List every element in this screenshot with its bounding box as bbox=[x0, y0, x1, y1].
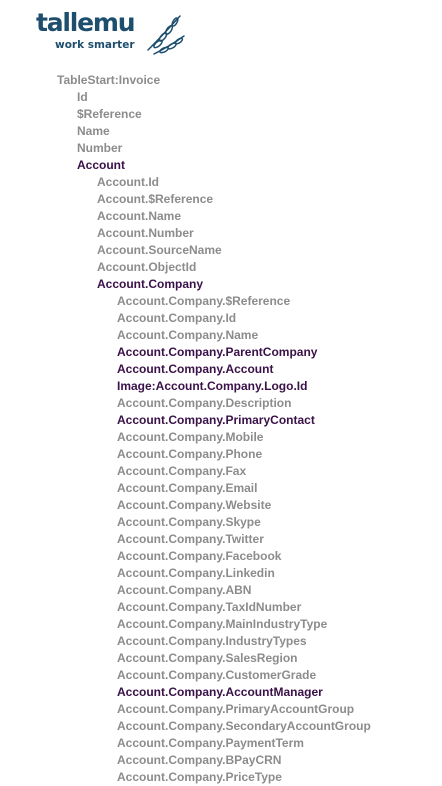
tree-field-item: Account.Company.PriceType bbox=[117, 770, 282, 784]
tree-field-item: Account.Company.Twitter bbox=[117, 532, 264, 546]
tree-field-item: Account.Company.Description bbox=[117, 396, 292, 410]
tree-field-item: Account.Company.Fax bbox=[117, 464, 247, 478]
tree-field-item: Account.Company.CustomerGrade bbox=[117, 668, 317, 682]
tree-section-item: Account.Company bbox=[97, 277, 204, 291]
tallemu-logo: tallemu work smarter bbox=[36, 8, 186, 58]
tree-field-item: Account.Company.MainIndustryType bbox=[117, 617, 328, 631]
tree-field-item: Account.Company.Facebook bbox=[117, 549, 282, 563]
tree-field-item: Account.Name bbox=[97, 209, 182, 223]
tree-field-item: Account.Company.Phone bbox=[117, 447, 263, 461]
tree-field-item: Account.$Reference bbox=[97, 192, 214, 206]
tree-field-item: Account.Company.BPayCRN bbox=[117, 753, 282, 767]
tree-field-item: Name bbox=[77, 124, 110, 138]
tree-section-item: Image:Account.Company.Logo.Id bbox=[117, 379, 308, 393]
tree-field-item: Account.Company.Mobile bbox=[117, 430, 264, 444]
tree-field-item: Account.Company.Linkedin bbox=[117, 566, 275, 580]
tree-field-item: TableStart:Invoice bbox=[57, 73, 161, 87]
tree-section-item: Account.Company.ParentCompany bbox=[117, 345, 318, 359]
logo-tagline: work smarter bbox=[55, 39, 135, 51]
tree-section-item: Account.Company.Account bbox=[117, 362, 274, 376]
tree-field-item: Account.Company.Skype bbox=[117, 515, 261, 529]
tree-field-item: Account.Company.Name bbox=[117, 328, 259, 342]
tree-field-item: Id bbox=[77, 90, 88, 104]
logo-wordmark: tallemu bbox=[36, 8, 136, 37]
tree-section-item: Account.Company.AccountManager bbox=[117, 685, 323, 699]
tree-field-item: Account.Company.PrimaryAccountGroup bbox=[117, 702, 355, 716]
merge-field-tree: TableStart:Invoice Id $Reference Name Number… bbox=[0, 72, 442, 786]
tree-field-item: Account.Number bbox=[97, 226, 194, 240]
tree-field-item: Account.SourceName bbox=[97, 243, 222, 257]
tree-field-item: Account.Company.PaymentTerm bbox=[117, 736, 304, 750]
tree-field-item: $Reference bbox=[77, 107, 142, 121]
tree-field-item: Account.ObjectId bbox=[97, 260, 197, 274]
tree-field-item: Account.Company.SecondaryAccountGroup bbox=[117, 719, 371, 733]
tree-section-item: Account.Company.PrimaryContact bbox=[117, 413, 315, 427]
tree-field-item: Account.Company.ABN bbox=[117, 583, 252, 597]
tree-field-item: Account.Company.SalesRegion bbox=[117, 651, 298, 665]
tree-field-item: Number bbox=[77, 141, 123, 155]
tree-field-item: Account.Company.Email bbox=[117, 481, 258, 495]
tree-field-item: Account.Id bbox=[97, 175, 159, 189]
tree-field-item: Account.Company.$Reference bbox=[117, 294, 291, 308]
tree-field-item: Account.Company.TaxIdNumber bbox=[117, 600, 302, 614]
tree-field-item: Account.Company.Website bbox=[117, 498, 272, 512]
tree-section-item: Account bbox=[77, 158, 125, 172]
tree-field-item: Account.Company.Id bbox=[117, 311, 237, 325]
tree-field-item: Account.Company.IndustryTypes bbox=[117, 634, 307, 648]
leaf-fronds-icon bbox=[147, 15, 185, 55]
